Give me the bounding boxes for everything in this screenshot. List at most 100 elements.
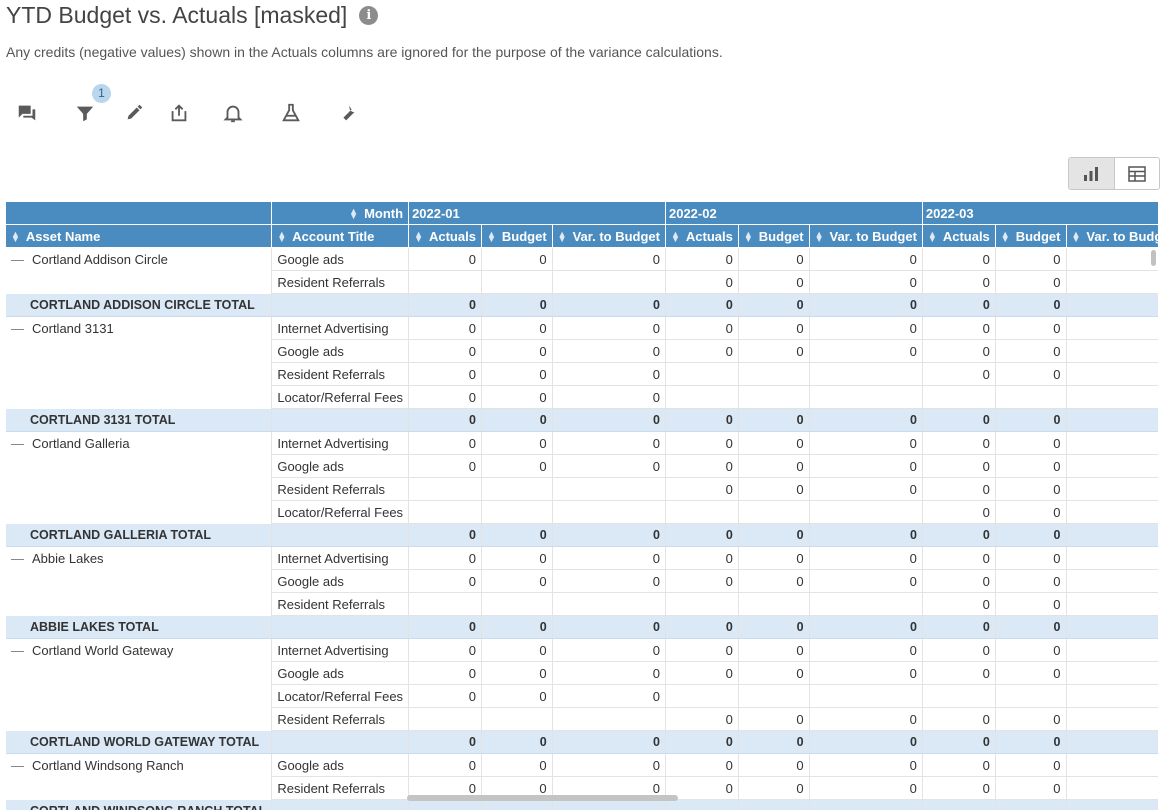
total-row: CORTLAND 3131 TOTAL 0 0 0 0 0 0 0 0 [6, 408, 1158, 432]
account-title-cell [271, 408, 410, 432]
value-cell: 0 [408, 316, 482, 340]
measure-header[interactable]: ▲ ▼ Actuals [665, 224, 739, 248]
value-cell: 0 [995, 615, 1067, 639]
collapse-icon[interactable]: — [11, 436, 24, 451]
edit-pencil-icon[interactable] [120, 100, 148, 128]
value-cell: 0 [481, 523, 553, 547]
value-cell: 0 [481, 454, 553, 478]
value-cell: 0 [552, 408, 666, 432]
collapse-icon[interactable]: — [11, 551, 24, 566]
total-row: CORTLAND ADDISON CIRCLE TOTAL 0 0 0 0 0 0 0 0 [6, 293, 1158, 317]
asset-name-cell: — Cortland Galleria [6, 431, 273, 455]
account-title-header[interactable]: ▲ ▼ Account Title [271, 224, 410, 248]
value-cell: 0 [665, 247, 739, 271]
export-share-icon[interactable] [165, 100, 193, 128]
value-cell: 0 [552, 385, 666, 409]
comments-icon[interactable] [13, 100, 41, 128]
table-row: — Abbie Lakes Internet Advertising 0 0 0 0 0 0 0 0 [6, 546, 1158, 570]
measure-header[interactable]: ▲ ▼ Actuals [922, 224, 996, 248]
measure-header[interactable]: ▲ ▼ Budget [738, 224, 810, 248]
value-cell: 0 [481, 385, 553, 409]
sort-icon: ▲ ▼ [277, 229, 287, 245]
value-cell [408, 500, 482, 524]
value-cell: 0 [809, 707, 923, 731]
info-icon[interactable]: i [359, 6, 379, 25]
value-cell: 0 [552, 523, 666, 547]
settings-wrench-icon[interactable] [334, 100, 362, 128]
collapse-icon[interactable]: — [11, 321, 24, 336]
value-cell: 0 [995, 546, 1067, 570]
pivot-month-header[interactable]: ▲ ▼ Month [271, 202, 410, 225]
measure-header[interactable]: ▲ ▼ Actuals [408, 224, 482, 248]
value-cell [1066, 247, 1158, 271]
account-title-cell [271, 293, 410, 317]
table-view-icon[interactable] [1115, 158, 1160, 189]
table-row: Google ads 0 0 0 0 0 0 0 0 [6, 339, 1158, 363]
value-cell: 0 [738, 477, 810, 501]
value-cell: 0 [738, 615, 810, 639]
value-cell [481, 592, 553, 616]
value-cell [1066, 500, 1158, 524]
account-title-cell: Resident Referrals [271, 362, 410, 386]
table-row: Resident Referrals 0 0 0 0 0 [6, 362, 1158, 386]
value-cell: 0 [809, 431, 923, 455]
value-cell: 0 [665, 546, 739, 570]
value-cell: 0 [995, 362, 1067, 386]
value-cell: 0 [809, 638, 923, 662]
alert-bell-icon[interactable] [219, 100, 247, 128]
measure-header[interactable]: ▲ ▼ Budget [995, 224, 1067, 248]
measure-header-label: Var. to Budget [829, 228, 917, 244]
value-cell: 0 [552, 339, 666, 363]
sort-icon: ▲ ▼ [557, 229, 567, 245]
measure-header[interactable]: ▲▼ Var. to Budget [809, 224, 923, 248]
value-cell: 0 [481, 293, 553, 317]
measure-header[interactable]: ▲▼ Var. to Budget [1066, 224, 1158, 248]
account-title-cell: Resident Referrals [271, 270, 410, 294]
total-label-text: CORTLAND WINDSONG RANCH TOTAL [30, 804, 266, 810]
period-header: 2022-02 [665, 202, 923, 225]
value-cell [738, 799, 810, 810]
value-cell [809, 385, 923, 409]
pivot-table: ▲ ▼ Month 2022-01 2022-02 2022-03 ▲ ▼ Asset … [6, 202, 1158, 810]
vertical-scrollbar[interactable] [1151, 250, 1156, 266]
value-cell [408, 270, 482, 294]
pivot-month-label: Month [364, 205, 404, 221]
measure-header[interactable]: ▲▼ Var. to Budget [552, 224, 666, 248]
lab-flask-icon[interactable] [277, 100, 305, 128]
table-row: Locator/Referral Fees 0 0 0 [6, 684, 1158, 708]
value-cell [738, 592, 810, 616]
value-cell: 0 [408, 408, 482, 432]
value-cell: 0 [738, 661, 810, 685]
collapse-icon[interactable]: — [11, 758, 24, 773]
value-cell [552, 270, 666, 294]
collapse-icon[interactable]: — [11, 252, 24, 267]
period-header: 2022-03 [922, 202, 1158, 225]
value-cell: 0 [922, 247, 996, 271]
collapse-icon[interactable]: — [11, 643, 24, 658]
horizontal-scrollbar[interactable] [407, 795, 678, 801]
value-cell: 0 [552, 316, 666, 340]
asset-name-cell [6, 339, 273, 363]
value-cell: 0 [665, 730, 739, 754]
total-label: CORTLAND WORLD GATEWAY TOTAL [6, 730, 273, 754]
value-cell: 0 [408, 523, 482, 547]
value-cell: 0 [481, 661, 553, 685]
page-title-text: YTD Budget vs. Actuals [masked] [6, 2, 348, 28]
value-cell: 0 [408, 615, 482, 639]
value-cell: 0 [665, 638, 739, 662]
total-row: CORTLAND WORLD GATEWAY TOTAL 0 0 0 0 0 0 0 0 [6, 730, 1158, 754]
value-cell [995, 684, 1067, 708]
value-cell: 0 [995, 293, 1067, 317]
account-title-cell: Google ads [271, 454, 410, 478]
total-row: CORTLAND WINDSONG RANCH TOTAL [6, 799, 1158, 810]
asset-name-header[interactable]: ▲ ▼ Asset Name [6, 224, 273, 248]
filter-icon[interactable] [71, 100, 99, 128]
chart-view-icon[interactable] [1069, 158, 1115, 189]
value-cell: 0 [665, 316, 739, 340]
value-cell: 0 [481, 316, 553, 340]
total-label-text: CORTLAND ADDISON CIRCLE TOTAL [30, 297, 255, 312]
value-cell [809, 799, 923, 810]
measure-header[interactable]: ▲ ▼ Budget [481, 224, 553, 248]
value-cell: 0 [995, 408, 1067, 432]
asset-name-cell [6, 454, 273, 478]
